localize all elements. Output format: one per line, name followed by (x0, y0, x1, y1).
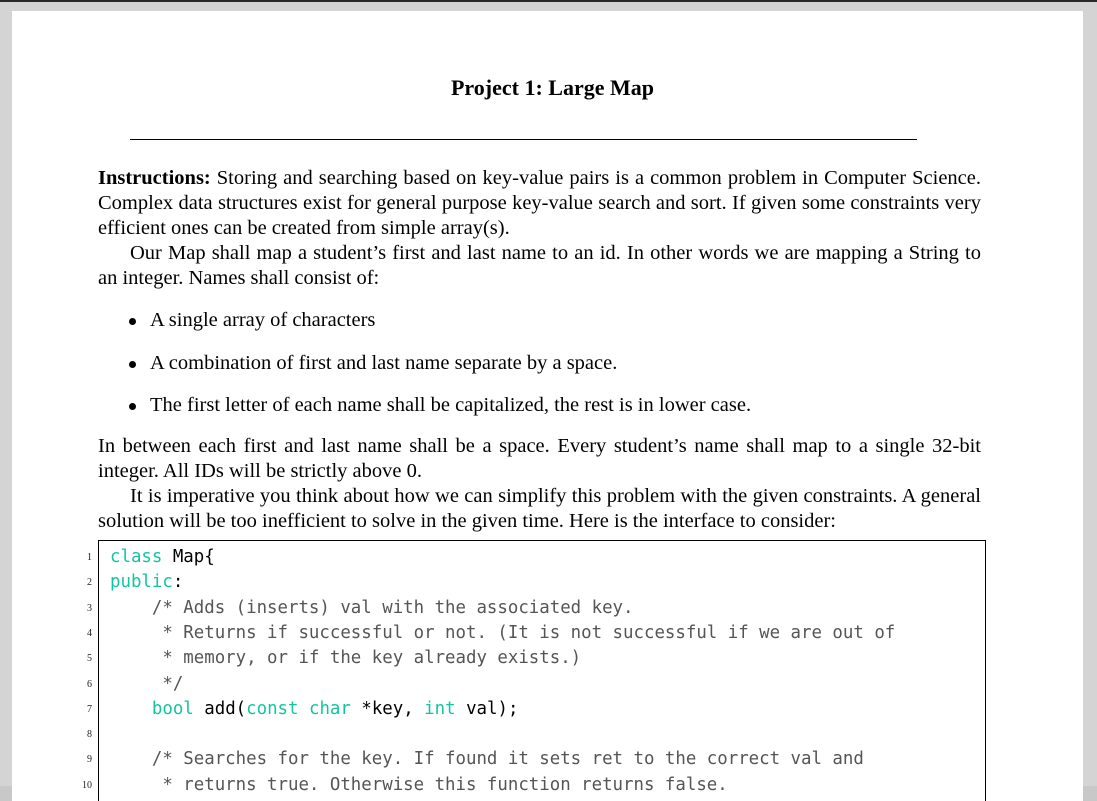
code-keyword: int (424, 698, 456, 719)
map-description-paragraph: Our Map shall map a student’s first and … (98, 242, 981, 289)
list-item-text: A single array of characters (150, 309, 376, 331)
line-number: 9 (87, 754, 92, 766)
title-rule (130, 139, 917, 140)
code-line: class Map{ (110, 545, 215, 570)
pdf-viewer: Project 1: Large Map Instructions: Stori… (0, 0, 1097, 801)
line-number: 10 (82, 779, 92, 791)
line-number: 3 (87, 602, 92, 614)
code-text: : (172, 572, 184, 593)
id-constraints-paragraph: In between each first and last name shal… (98, 435, 981, 482)
page-title: Project 1: Large Map (450, 75, 655, 100)
code-text: *key, (350, 698, 425, 719)
code-text: Map{ (162, 547, 215, 567)
line-number: 5 (87, 653, 92, 665)
line-number: 7 (87, 703, 92, 715)
code-line: * memory, or if the key already exists.) (110, 646, 581, 671)
code-text: val); (455, 698, 519, 719)
bullet-icon (129, 403, 136, 410)
name-rules-list: A single array of characters A combinati… (128, 308, 751, 436)
code-keyword: class (110, 547, 163, 567)
code-listing: class Map{public: /* Adds (inserts) val … (98, 540, 986, 801)
list-item-text: A combination of first and last name sep… (150, 351, 618, 374)
document-page: Project 1: Large Map Instructions: Stori… (12, 11, 1083, 801)
code-keyword: public (110, 572, 173, 593)
bullet-icon (129, 318, 136, 325)
line-number: 4 (87, 627, 92, 639)
code-comment: * returns true. Otherwise this function … (110, 774, 728, 795)
instructions-text: Storing and searching based on key-value… (98, 167, 981, 239)
code-keyword: const (246, 698, 299, 719)
code-comment: * memory, or if the key already exists.) (110, 648, 582, 669)
list-item: A single array of characters (128, 308, 751, 351)
line-number: 8 (87, 729, 92, 741)
code-line: */ (110, 672, 183, 697)
code-keyword: char (308, 698, 351, 719)
line-number: 6 (87, 678, 92, 690)
code-keyword: bool (151, 698, 194, 719)
instructions-label: Instructions: (98, 167, 211, 189)
code-comment: */ (110, 673, 184, 694)
code-line: public: (110, 570, 183, 595)
code-line: * returns true. Otherwise this function … (110, 773, 728, 798)
code-comment: /* Searches for the key. If found it set… (110, 749, 864, 770)
list-item-text: The first letter of each name shall be c… (150, 394, 752, 416)
list-item: A combination of first and last name sep… (128, 351, 751, 394)
code-line: * Returns if successful or not. (It is n… (110, 621, 895, 646)
code-comment: * Returns if successful or not. (It is n… (110, 622, 896, 643)
line-number: 1 (87, 552, 92, 563)
code-line: bool add(const char *key, int val); (110, 697, 519, 722)
bullet-icon (129, 360, 136, 368)
line-number: 2 (87, 577, 92, 589)
interface-intro-paragraph: It is imperative you think about how we … (98, 485, 981, 532)
code-text: add( (193, 698, 247, 719)
code-comment: /* Adds (inserts) val with the associate… (110, 597, 634, 618)
code-line: /* Adds (inserts) val with the associate… (110, 596, 634, 621)
instructions-paragraph: Instructions: Storing and searching base… (98, 166, 981, 241)
code-line: /* Searches for the key. If found it set… (110, 747, 864, 772)
list-item: The first letter of each name shall be c… (128, 393, 751, 436)
